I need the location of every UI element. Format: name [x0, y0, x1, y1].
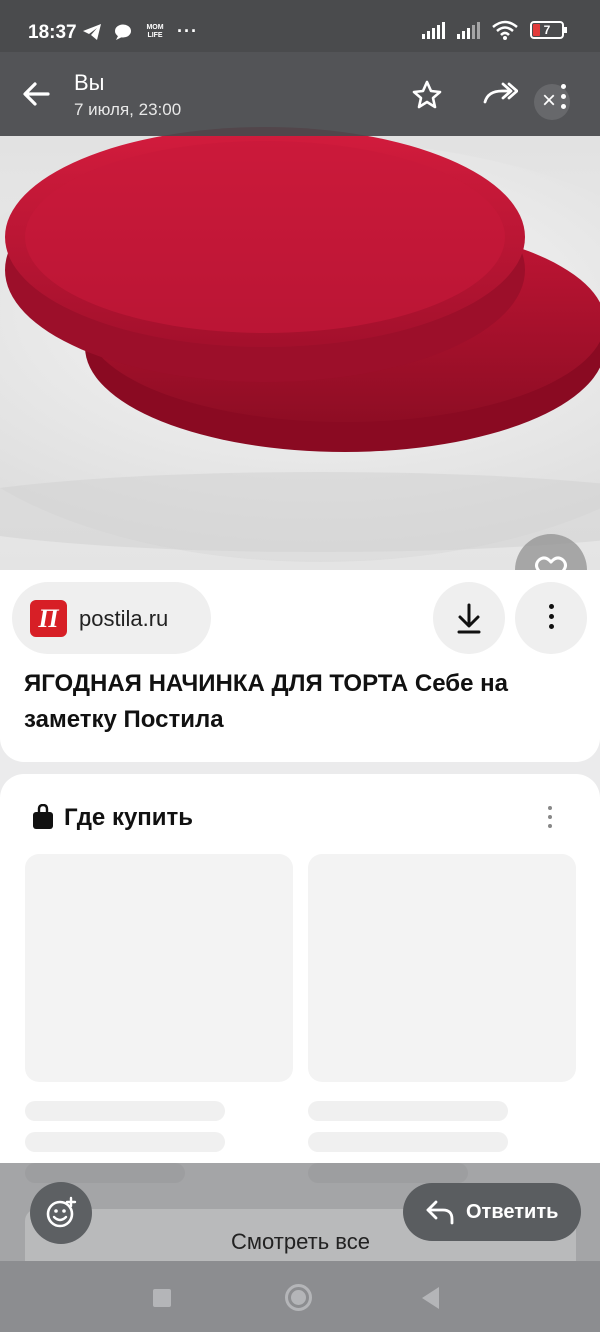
- star-icon[interactable]: [412, 80, 442, 110]
- sender-name: Вы: [74, 70, 105, 95]
- kebab-icon: [549, 604, 554, 634]
- add-emoji-icon: [46, 1196, 77, 1228]
- more-notifications-icon: ···: [177, 21, 199, 41]
- home-icon[interactable]: [285, 1284, 312, 1311]
- download-icon: [457, 603, 481, 634]
- status-time: 18:37: [28, 22, 77, 43]
- reply-label: Ответить: [466, 1201, 559, 1223]
- text-placeholder: [308, 1101, 508, 1121]
- more-options-icon[interactable]: [561, 84, 567, 114]
- back-arrow-icon[interactable]: [20, 78, 52, 110]
- recent-apps-icon[interactable]: [153, 1289, 171, 1307]
- telegram-icon: [83, 24, 101, 41]
- pin-info-card: П postila.ru ЯГОДНАЯ НАЧИНКА ДЛЯ ТОРТА С…: [0, 570, 600, 762]
- message-header: Вы 7 июля, 23:00 ×: [0, 52, 600, 136]
- pin-title: ЯГОДНАЯ НАЧИНКА ДЛЯ ТОРТА Себе на заметк…: [24, 670, 508, 733]
- reply-arrow-icon: [426, 1200, 454, 1225]
- product-placeholder: [25, 854, 293, 1082]
- reply-button[interactable]: Ответить: [403, 1183, 581, 1241]
- pin-more-button[interactable]: [515, 582, 587, 654]
- section-title: Где купить: [64, 804, 194, 831]
- shopping-bag-icon: [33, 804, 53, 829]
- source-domain: postila.ru: [79, 606, 169, 631]
- message-date: 7 июля, 23:00: [74, 100, 182, 119]
- reaction-button[interactable]: [30, 1182, 92, 1244]
- system-back-icon[interactable]: [422, 1287, 439, 1309]
- status-bar: 18:37 MOM LIFE ··· 7: [0, 0, 600, 52]
- section-more-icon[interactable]: [548, 806, 552, 833]
- product-placeholder: [308, 854, 576, 1082]
- wifi-icon: [492, 20, 518, 40]
- chat-bubble-icon: [115, 24, 132, 41]
- download-button[interactable]: [433, 582, 505, 654]
- text-placeholder: [308, 1132, 508, 1152]
- heart-icon: [535, 556, 567, 572]
- signal-1-icon: [422, 21, 445, 39]
- battery-icon: 7: [530, 21, 567, 39]
- save-heart-button[interactable]: [515, 534, 587, 572]
- postila-logo-icon: П: [30, 600, 67, 637]
- signal-2-icon: [457, 21, 480, 39]
- system-navigation-bar: [0, 1261, 600, 1332]
- text-placeholder: [25, 1132, 225, 1152]
- notification-icons: MOM LIFE ···: [82, 21, 198, 42]
- source-link[interactable]: П postila.ru: [12, 582, 211, 654]
- text-placeholder: [25, 1101, 225, 1121]
- forward-icon[interactable]: [482, 80, 518, 110]
- close-icon: ×: [542, 87, 557, 114]
- mom-life-icon: MOM LIFE: [146, 24, 164, 40]
